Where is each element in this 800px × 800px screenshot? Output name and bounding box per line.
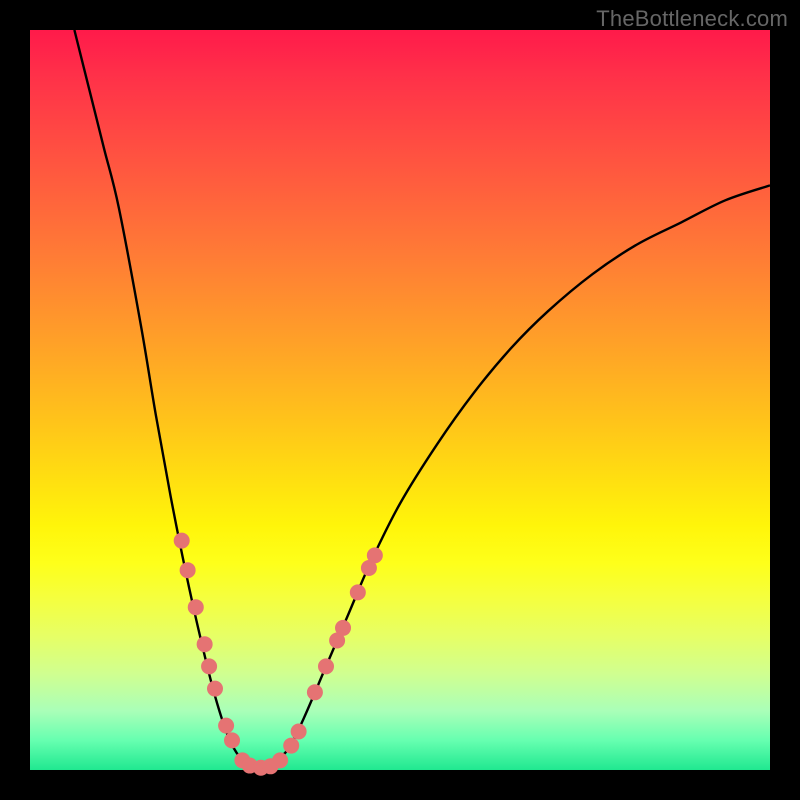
data-dot bbox=[224, 732, 240, 748]
data-dot bbox=[218, 718, 234, 734]
data-dot bbox=[307, 684, 323, 700]
chart-frame: TheBottleneck.com bbox=[0, 0, 800, 800]
data-dot bbox=[367, 547, 383, 563]
data-dot bbox=[291, 724, 307, 740]
data-dot bbox=[207, 681, 223, 697]
data-dot bbox=[188, 599, 204, 615]
watermark-text: TheBottleneck.com bbox=[596, 6, 788, 32]
data-dot bbox=[283, 738, 299, 754]
data-dot bbox=[197, 636, 213, 652]
data-dot bbox=[201, 658, 217, 674]
chart-svg bbox=[30, 30, 770, 770]
data-dot bbox=[350, 584, 366, 600]
data-dot bbox=[318, 658, 334, 674]
plot-area bbox=[30, 30, 770, 770]
data-dot bbox=[272, 752, 288, 768]
data-dot bbox=[335, 620, 351, 636]
data-dot bbox=[180, 562, 196, 578]
data-dot bbox=[174, 533, 190, 549]
bottleneck-curve bbox=[74, 30, 770, 770]
